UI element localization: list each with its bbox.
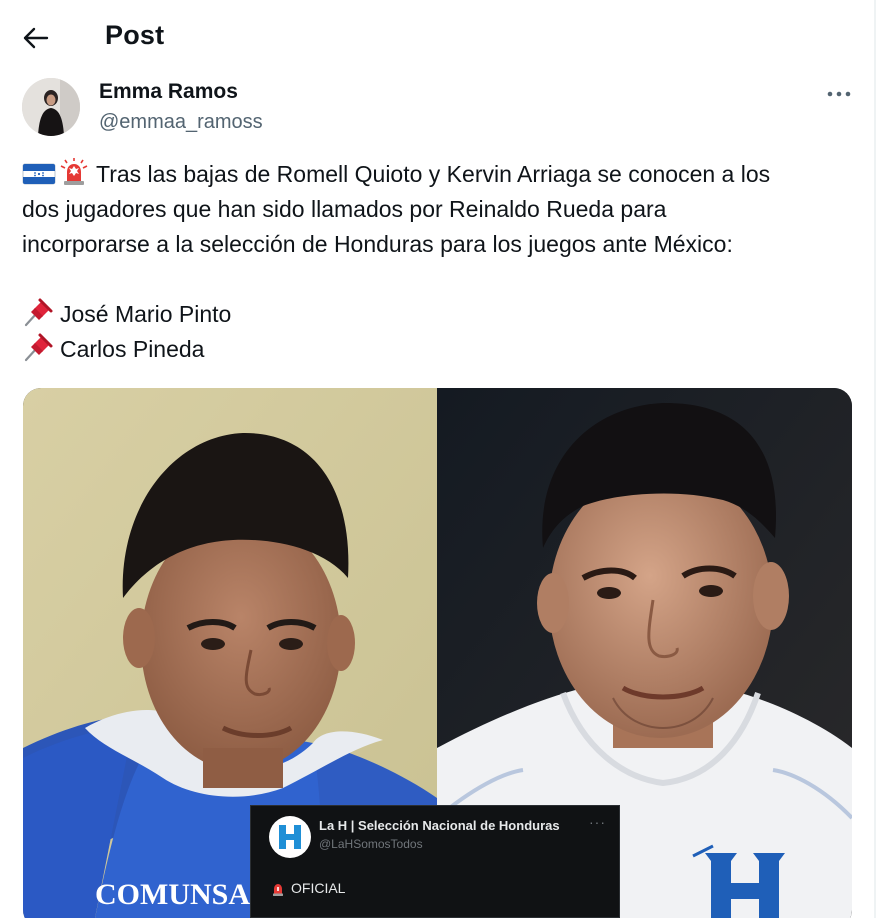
player-name-1: José Mario Pinto bbox=[60, 301, 232, 327]
embedded-account-name: La H | Selección Nacional de Honduras bbox=[319, 818, 560, 833]
page-title: Post bbox=[105, 20, 165, 50]
post-page: Post Emma Ramos @emmaa_ramoss Tras las b… bbox=[0, 0, 886, 918]
post-line-1-text: Tras las bajas de Romell Quioto y Kervin… bbox=[96, 161, 771, 187]
player-name-2: Carlos Pineda bbox=[60, 336, 205, 362]
flag-honduras-icon bbox=[22, 163, 56, 185]
arrow-left-icon bbox=[23, 27, 49, 49]
post-text-line-1: Tras las bajas de Romell Quioto y Kervin… bbox=[22, 157, 862, 192]
player-item-1: José Mario Pinto bbox=[22, 297, 862, 332]
back-button[interactable] bbox=[14, 18, 58, 58]
player-item-2: Carlos Pineda bbox=[22, 332, 862, 367]
more-options-button[interactable] bbox=[820, 80, 858, 108]
author-name[interactable]: Emma Ramos bbox=[99, 80, 238, 104]
embedded-account-logo bbox=[269, 816, 311, 858]
honduras-h-logo-icon bbox=[279, 825, 301, 849]
avatar-image bbox=[22, 78, 80, 136]
embedded-post-card[interactable]: La H | Selección Nacional de Honduras @L… bbox=[250, 805, 620, 918]
embedded-account-handle: @LaHSomosTodos bbox=[319, 837, 423, 851]
pushpin-icon bbox=[24, 298, 53, 327]
post-header: Post bbox=[0, 0, 874, 74]
oficial-label: OFICIAL bbox=[291, 880, 346, 896]
police-siren-icon bbox=[60, 158, 88, 185]
jersey-sponsor-text: COMUNSA bbox=[95, 878, 250, 911]
police-siren-icon bbox=[273, 884, 283, 896]
embedded-more-icon: ··· bbox=[589, 814, 606, 830]
avatar[interactable] bbox=[22, 78, 80, 136]
more-horizontal-icon bbox=[827, 91, 851, 97]
post-media-image[interactable]: COMUNSA La H | Selección Nacional de Hon… bbox=[23, 388, 852, 918]
column-divider bbox=[874, 0, 876, 918]
embedded-post-text: OFICIAL bbox=[271, 880, 345, 896]
post-line-2-text: dos jugadores que han sido llamados por … bbox=[22, 196, 667, 222]
pushpin-icon bbox=[24, 333, 53, 362]
post-text: Tras las bajas de Romell Quioto y Kervin… bbox=[22, 157, 862, 367]
author-handle[interactable]: @emmaa_ramoss bbox=[99, 111, 263, 134]
post-line-3-text: incorporarse a la selección de Honduras … bbox=[22, 231, 733, 257]
